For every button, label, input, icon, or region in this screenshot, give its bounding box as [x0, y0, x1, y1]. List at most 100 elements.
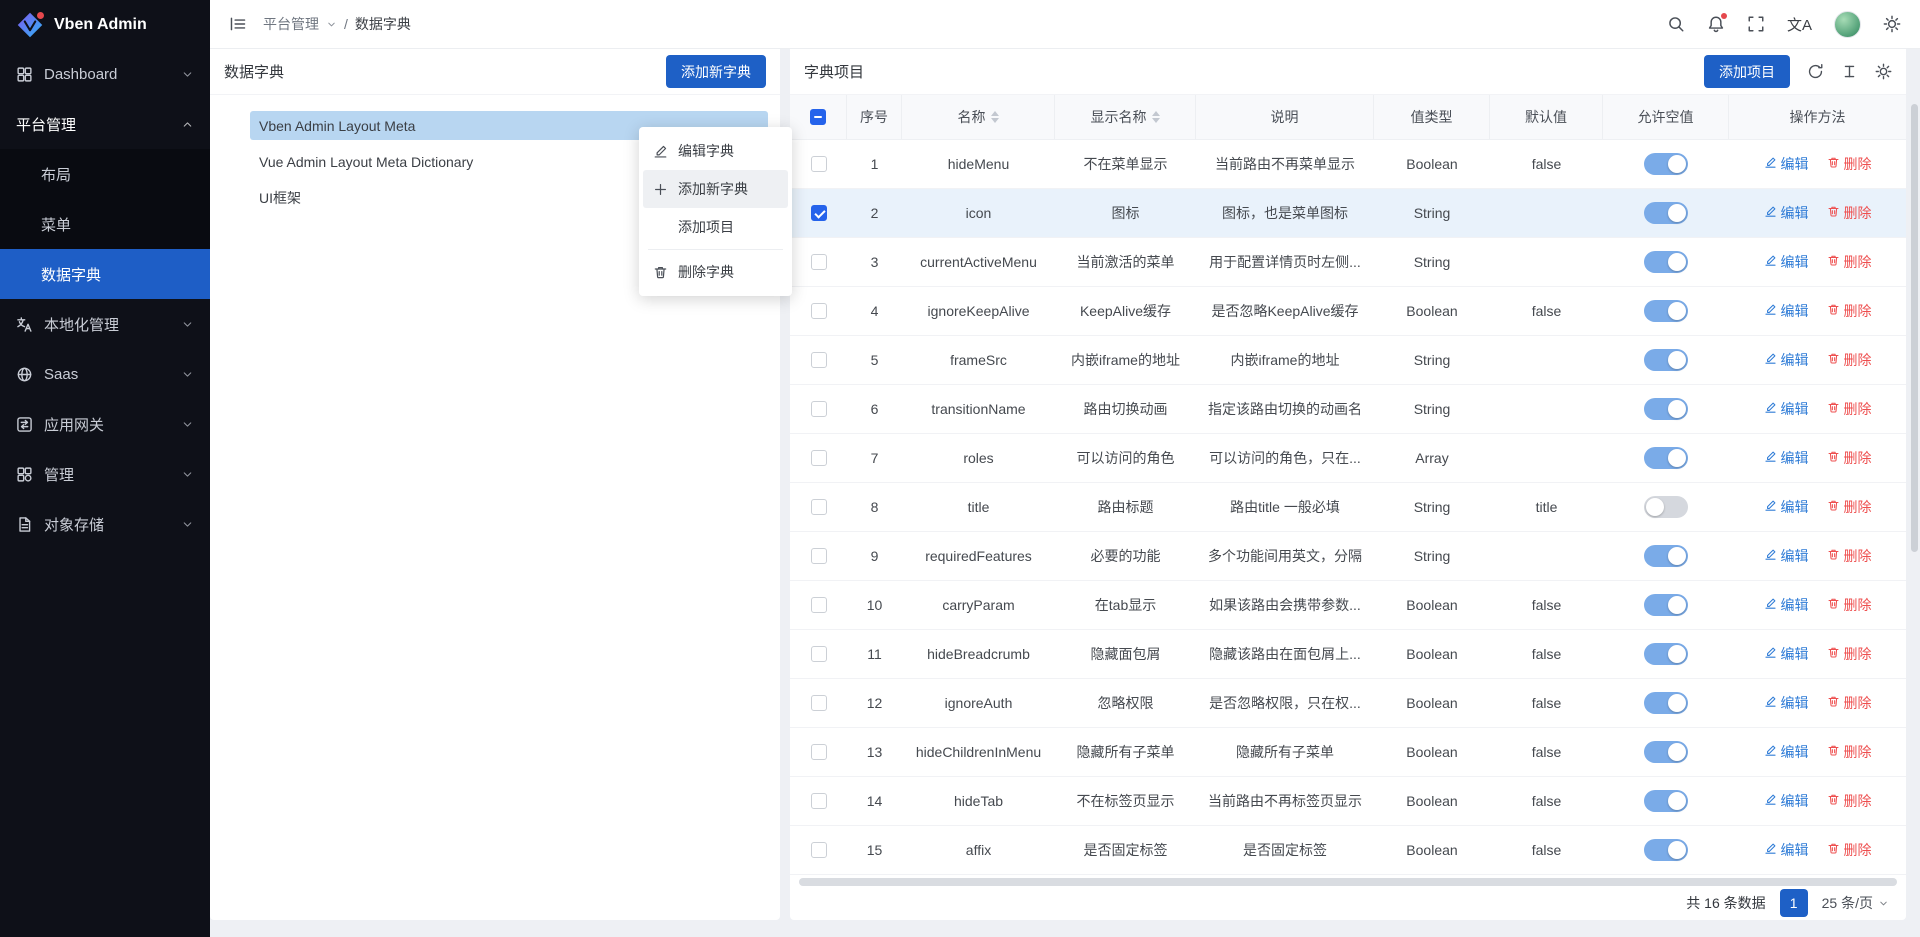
- row-checkbox[interactable]: [811, 156, 827, 172]
- delete-button[interactable]: 删除: [1827, 252, 1872, 272]
- delete-button[interactable]: 删除: [1827, 154, 1872, 174]
- delete-button[interactable]: 删除: [1827, 791, 1872, 811]
- row-checkbox[interactable]: [811, 254, 827, 270]
- add-item-button[interactable]: 添加项目: [1704, 55, 1790, 88]
- nullable-toggle[interactable]: [1644, 153, 1688, 175]
- delete-button[interactable]: 删除: [1827, 840, 1872, 860]
- edit-button[interactable]: 编辑: [1764, 693, 1809, 713]
- row-checkbox[interactable]: [811, 499, 827, 515]
- bell-icon[interactable]: [1707, 15, 1725, 33]
- delete-button[interactable]: 删除: [1827, 203, 1872, 223]
- nullable-toggle[interactable]: [1644, 594, 1688, 616]
- row-checkbox[interactable]: [811, 401, 827, 417]
- delete-button[interactable]: 删除: [1827, 301, 1872, 321]
- sidebar-item-layout[interactable]: 布局: [0, 149, 210, 199]
- edit-button[interactable]: 编辑: [1764, 791, 1809, 811]
- edit-button[interactable]: 编辑: [1764, 840, 1809, 860]
- nullable-toggle[interactable]: [1644, 398, 1688, 420]
- search-icon[interactable]: [1667, 15, 1685, 33]
- edit-button[interactable]: 编辑: [1764, 546, 1809, 566]
- row-checkbox[interactable]: [811, 352, 827, 368]
- refresh-icon[interactable]: [1807, 63, 1824, 80]
- sidebar-collapse-icon[interactable]: [229, 15, 247, 33]
- row-checkbox[interactable]: [811, 646, 827, 662]
- sidebar-item-saas[interactable]: Saas: [0, 349, 210, 399]
- sidebar-item-menu[interactable]: 菜单: [0, 199, 210, 249]
- sort-icons[interactable]: [991, 111, 999, 123]
- avatar[interactable]: [1834, 11, 1861, 38]
- sidebar-item-object-storage[interactable]: 对象存储: [0, 499, 210, 549]
- delete-button[interactable]: 删除: [1827, 546, 1872, 566]
- nullable-toggle[interactable]: [1644, 349, 1688, 371]
- fullscreen-icon[interactable]: [1747, 15, 1765, 33]
- nullable-toggle[interactable]: [1644, 741, 1688, 763]
- row-checkbox[interactable]: [811, 842, 827, 858]
- delete-button[interactable]: 删除: [1827, 399, 1872, 419]
- delete-button[interactable]: 删除: [1827, 693, 1872, 713]
- edit-button[interactable]: 编辑: [1764, 448, 1809, 468]
- toggle-knob: [1668, 694, 1686, 712]
- add-dictionary-button[interactable]: 添加新字典: [666, 55, 766, 88]
- nullable-toggle[interactable]: [1644, 790, 1688, 812]
- row-checkbox[interactable]: [811, 303, 827, 319]
- nullable-toggle[interactable]: [1644, 300, 1688, 322]
- edit-button[interactable]: 编辑: [1764, 203, 1809, 223]
- delete-button[interactable]: 删除: [1827, 448, 1872, 468]
- nullable-toggle[interactable]: [1644, 839, 1688, 861]
- edit-button[interactable]: 编辑: [1764, 399, 1809, 419]
- edit-button[interactable]: 编辑: [1764, 350, 1809, 370]
- delete-button[interactable]: 删除: [1827, 742, 1872, 762]
- column-settings-icon[interactable]: [1875, 63, 1892, 80]
- column-header-name[interactable]: 名称: [902, 95, 1055, 139]
- edit-button[interactable]: 编辑: [1764, 154, 1809, 174]
- cell-display-name: KeepAlive缓存: [1055, 287, 1196, 335]
- context-menu-item-delete-dictionary[interactable]: 删除字典: [643, 253, 788, 291]
- nullable-toggle[interactable]: [1644, 251, 1688, 273]
- sidebar-item-application-gateway[interactable]: 应用网关: [0, 399, 210, 449]
- nullable-toggle[interactable]: [1644, 545, 1688, 567]
- translate-icon[interactable]: 文A: [1787, 15, 1812, 33]
- sidebar-item-management[interactable]: 管理: [0, 449, 210, 499]
- nullable-toggle[interactable]: [1644, 692, 1688, 714]
- horizontal-scrollbar[interactable]: [799, 878, 1897, 886]
- sidebar-item-localization-management[interactable]: 本地化管理: [0, 299, 210, 349]
- nullable-toggle[interactable]: [1644, 202, 1688, 224]
- edit-button[interactable]: 编辑: [1764, 252, 1809, 272]
- edit-button[interactable]: 编辑: [1764, 742, 1809, 762]
- edit-button[interactable]: 编辑: [1764, 644, 1809, 664]
- sidebar-item-dashboard[interactable]: Dashboard: [0, 49, 210, 99]
- delete-button[interactable]: 删除: [1827, 644, 1872, 664]
- nullable-toggle[interactable]: [1644, 643, 1688, 665]
- app-logo[interactable]: Vben Admin: [0, 0, 210, 49]
- row-checkbox[interactable]: [811, 548, 827, 564]
- context-menu-item-add-new-dictionary[interactable]: 添加新字典: [643, 170, 788, 208]
- delete-button[interactable]: 删除: [1827, 497, 1872, 517]
- nullable-toggle[interactable]: [1644, 496, 1688, 518]
- select-all-checkbox[interactable]: [810, 109, 826, 125]
- context-menu-item-edit-dictionary[interactable]: 编辑字典: [643, 132, 788, 170]
- row-checkbox[interactable]: [811, 695, 827, 711]
- sidebar-item-platform-management[interactable]: 平台管理: [0, 99, 210, 149]
- row-height-icon[interactable]: [1841, 63, 1858, 80]
- delete-button[interactable]: 删除: [1827, 350, 1872, 370]
- vertical-scrollbar[interactable]: [1911, 104, 1918, 552]
- sidebar-item-data-dictionary[interactable]: 数据字典: [0, 249, 210, 299]
- edit-button[interactable]: 编辑: [1764, 301, 1809, 321]
- row-checkbox[interactable]: [811, 744, 827, 760]
- sort-icons[interactable]: [1152, 111, 1160, 123]
- edit-button[interactable]: 编辑: [1764, 595, 1809, 615]
- column-header-display[interactable]: 显示名称: [1055, 95, 1196, 139]
- row-checkbox[interactable]: [811, 597, 827, 613]
- row-checkbox[interactable]: [811, 450, 827, 466]
- edit-button[interactable]: 编辑: [1764, 497, 1809, 517]
- delete-button[interactable]: 删除: [1827, 595, 1872, 615]
- page-size-select[interactable]: 25 条/页: [1822, 893, 1889, 913]
- row-checkbox[interactable]: [811, 793, 827, 809]
- breadcrumb-parent[interactable]: 平台管理: [263, 14, 319, 34]
- page-number-button[interactable]: 1: [1780, 889, 1808, 917]
- settings-icon[interactable]: [1883, 15, 1901, 33]
- nullable-toggle[interactable]: [1644, 447, 1688, 469]
- dictionary-items-panel: 字典项目 添加项目 序号 名称 显示名称 说明 值类型: [790, 49, 1906, 920]
- context-menu-item-add-item[interactable]: 添加项目: [643, 208, 788, 246]
- row-checkbox[interactable]: [811, 205, 827, 221]
